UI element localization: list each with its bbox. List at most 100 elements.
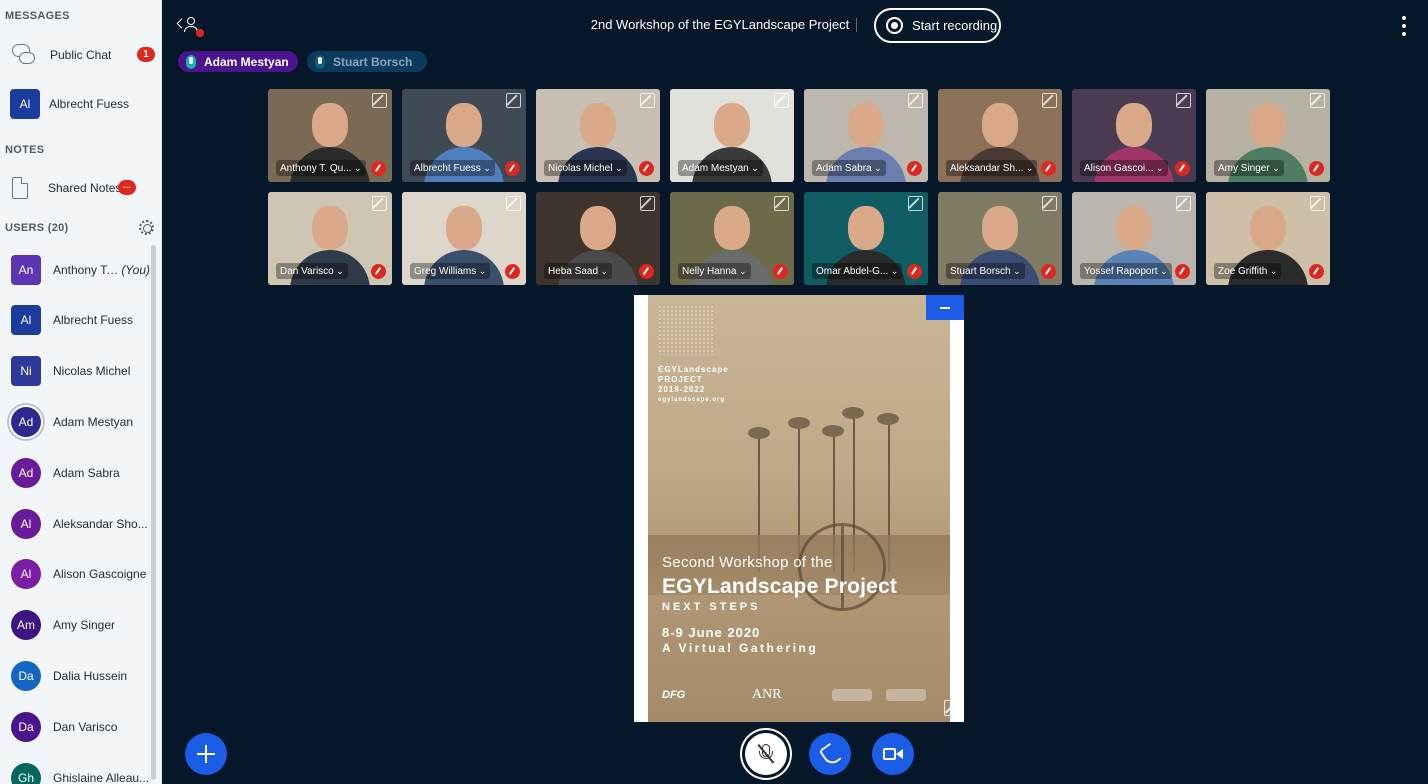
fullscreen-icon[interactable] <box>372 93 387 108</box>
video-user-name[interactable]: Yossef Rapoport <box>1080 263 1172 279</box>
user-list-item[interactable]: Da Dalia Hussein <box>0 650 150 701</box>
user-list-item[interactable]: Ni Nicolas Michel <box>0 346 150 397</box>
fullscreen-icon[interactable] <box>908 196 923 211</box>
fullscreen-icon[interactable] <box>1176 93 1191 108</box>
slide-logo-line: 2019-2022 <box>658 385 706 394</box>
actions-button[interactable] <box>185 733 227 775</box>
fullscreen-icon[interactable] <box>640 196 655 211</box>
video-tile[interactable]: Albrecht Fuess <box>402 89 526 182</box>
video-user-name[interactable]: Nicolas Michel <box>544 160 627 176</box>
user-list-item[interactable]: Al Aleksandar Sho... <box>0 498 150 549</box>
video-tile[interactable]: Greg Williams <box>402 192 526 285</box>
video-user-name[interactable]: Amy Singer <box>1214 160 1284 176</box>
unread-badge: 1 <box>137 47 155 62</box>
video-tile[interactable]: Nicolas Michel <box>536 89 660 182</box>
user-list-item[interactable]: Gh Ghislaine Alleau... <box>0 752 150 784</box>
video-user-name[interactable]: Dan Varisco <box>276 263 348 279</box>
user-list-item[interactable]: Al Albrecht Fuess <box>0 295 150 346</box>
private-chat-item[interactable]: Al Albrecht Fuess <box>0 82 161 126</box>
notes-badge: ··· <box>118 180 136 195</box>
logo-pattern <box>658 305 713 355</box>
fullscreen-icon[interactable] <box>944 700 960 716</box>
fullscreen-icon[interactable] <box>1310 93 1325 108</box>
share-webcam-button[interactable] <box>872 733 914 775</box>
public-chat-item[interactable]: Public Chat 1 <box>0 33 161 77</box>
video-user-name[interactable]: Anthony T. Qu... <box>276 160 366 176</box>
mic-muted-icon <box>1175 161 1190 176</box>
video-user-name[interactable]: Greg Williams <box>410 263 491 279</box>
fullscreen-icon[interactable] <box>1042 196 1057 211</box>
fullscreen-icon[interactable] <box>506 196 521 211</box>
video-user-name[interactable]: Omar Abdel-G... <box>812 263 903 279</box>
video-user-name[interactable]: Adam Mestyan <box>678 160 763 176</box>
video-user-name[interactable]: Zoe Griffith <box>1214 263 1282 279</box>
video-tile[interactable]: Omar Abdel-G... <box>804 192 928 285</box>
video-tile[interactable]: Dan Varisco <box>268 192 392 285</box>
mic-muted-icon <box>1309 264 1324 279</box>
gear-icon[interactable] <box>139 220 154 235</box>
user-list-scrollbar[interactable] <box>151 245 156 780</box>
talking-indicator-stuart-borsch[interactable]: Stuart Borsch <box>307 51 427 72</box>
video-tile[interactable]: Nelly Hanna <box>670 192 794 285</box>
fullscreen-icon[interactable] <box>506 93 521 108</box>
user-list-item[interactable]: Al Alison Gascoigne <box>0 549 150 600</box>
mic-muted-icon <box>773 264 788 279</box>
slide-tagline: NEXT STEPS <box>662 601 761 613</box>
user-name: Adam Mestyan <box>53 414 134 429</box>
video-tile[interactable]: Heba Saad <box>536 192 660 285</box>
shared-notes-item[interactable]: Shared Notes ··· <box>0 166 161 210</box>
slide-logo-text: EGYLandscape PROJECT 2019-2022 egylandsc… <box>658 365 729 405</box>
user-list-item[interactable]: Ad Adam Mestyan <box>0 396 150 447</box>
video-tile[interactable]: Yossef Rapoport <box>1072 192 1196 285</box>
video-tile[interactable]: Adam Mestyan <box>670 89 794 182</box>
mic-muted-icon <box>1041 161 1056 176</box>
avatar: Da <box>11 660 41 691</box>
video-user-name[interactable]: Nelly Hanna <box>678 263 751 279</box>
user-list-item[interactable]: An Anthony T. ... (You) <box>0 244 150 295</box>
document-icon <box>12 177 28 199</box>
options-menu-button[interactable] <box>1399 16 1409 36</box>
fullscreen-icon[interactable] <box>1310 196 1325 211</box>
user-list-item[interactable]: Am Amy Singer <box>0 600 150 651</box>
avatar: Gh <box>11 762 41 784</box>
sponsor-logo-anr: ANR <box>752 687 782 702</box>
video-user-name[interactable]: Alison Gascoi... <box>1080 160 1168 176</box>
user-list-item[interactable]: Da Dan Varisco <box>0 701 150 752</box>
talking-indicator-adam-mestyan[interactable]: Adam Mestyan <box>178 51 298 72</box>
avatar: Da <box>11 711 41 742</box>
video-tile[interactable]: Adam Sabra <box>804 89 928 182</box>
public-chat-label: Public Chat <box>50 48 112 62</box>
video-user-name[interactable]: Aleksandar Sh... <box>946 160 1038 176</box>
avatar: Al <box>11 305 41 336</box>
fullscreen-icon[interactable] <box>774 196 789 211</box>
user-list-item[interactable]: Ad Adam Sabra <box>0 447 150 498</box>
video-tile[interactable]: Amy Singer <box>1206 89 1330 182</box>
video-tile[interactable]: Aleksandar Sh... <box>938 89 1062 182</box>
leave-audio-button[interactable] <box>809 733 851 775</box>
user-name: Alison Gascoigne <box>53 567 147 582</box>
microphone-icon <box>186 54 196 69</box>
fullscreen-icon[interactable] <box>1042 93 1057 108</box>
fullscreen-icon[interactable] <box>1176 196 1191 211</box>
minimize-presentation-button[interactable] <box>926 295 964 320</box>
video-tile[interactable]: Zoe Griffith <box>1206 192 1330 285</box>
unmute-button[interactable] <box>745 733 787 775</box>
mic-muted-icon <box>1175 264 1190 279</box>
record-icon <box>886 17 903 34</box>
fullscreen-icon[interactable] <box>774 93 789 108</box>
mic-muted-icon <box>1041 264 1056 279</box>
video-user-name[interactable]: Albrecht Fuess <box>410 160 495 176</box>
video-tile[interactable]: Anthony T. Qu... <box>268 89 392 182</box>
video-user-name[interactable]: Stuart Borsch <box>946 263 1025 279</box>
start-recording-button[interactable]: Start recording <box>874 8 1001 43</box>
video-tile[interactable]: Stuart Borsch <box>938 192 1062 285</box>
fullscreen-icon[interactable] <box>372 196 387 211</box>
video-user-name[interactable]: Heba Saad <box>544 263 613 279</box>
video-user-name[interactable]: Adam Sabra <box>812 160 886 176</box>
slide-logo-line: EGYLandscape <box>658 365 729 374</box>
toggle-user-list-button[interactable] <box>176 15 204 39</box>
mic-muted-icon <box>371 264 386 279</box>
video-tile[interactable]: Alison Gascoi... <box>1072 89 1196 182</box>
fullscreen-icon[interactable] <box>640 93 655 108</box>
fullscreen-icon[interactable] <box>908 93 923 108</box>
